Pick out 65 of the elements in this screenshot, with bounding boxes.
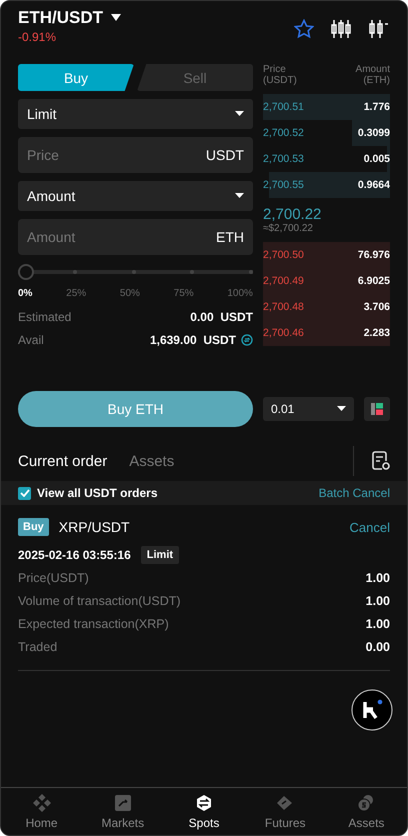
field-label: Volume of transaction(USDT)	[18, 594, 181, 610]
unit-label: USDT	[206, 147, 244, 163]
bid-row[interactable]: 2,700.51 1.776	[263, 94, 390, 120]
unit-label: ETH	[216, 229, 244, 245]
order-time: 2025-02-16 03:55:16	[18, 548, 131, 562]
ask-row[interactable]: 2,700.50 76.976	[263, 242, 390, 268]
field-label: Traded	[18, 640, 58, 656]
chart-icon	[114, 794, 132, 812]
avail-value: 1,639.00 USDT	[150, 333, 236, 347]
bid-row[interactable]: 2,700.55 0.9664	[263, 172, 390, 198]
field-label: Expected transaction(XRP)	[18, 617, 169, 633]
star-icon[interactable]	[294, 19, 314, 39]
nav-tab[interactable]: Spots	[163, 788, 245, 835]
bid-row[interactable]: 2,700.53 0.005	[263, 146, 390, 172]
field-value: 1.00	[366, 571, 390, 587]
order-type-dropdown[interactable]: Limit	[18, 99, 253, 129]
logo-button[interactable]	[351, 689, 393, 731]
field-value: 1.00	[366, 594, 390, 610]
layout-icon	[371, 403, 383, 415]
field-label: Price(USDT)	[18, 571, 89, 587]
caret-icon[interactable]	[111, 14, 121, 22]
price-header: Price (USDT)	[263, 64, 297, 88]
nav-tab[interactable]: Markets	[82, 788, 164, 835]
amount-header: Amount (ETH)	[356, 64, 390, 88]
candlestick-icon[interactable]	[330, 19, 352, 39]
amount-type-dropdown[interactable]: Amount	[18, 181, 253, 211]
nav-tab[interactable]: Assets	[326, 788, 407, 835]
estimated-value: 0.00 USDT	[190, 310, 253, 324]
estimated-label: Estimated	[18, 310, 72, 324]
last-price-usd: ≈$2,700.22	[263, 223, 314, 234]
order-pair: XRP/USDT	[58, 519, 130, 535]
cancel-link[interactable]: Cancel	[350, 520, 390, 534]
coins-icon	[357, 794, 376, 812]
caret-icon	[235, 111, 244, 117]
last-price: 2,700.22	[263, 206, 322, 223]
price-change: -0.91%	[18, 30, 58, 44]
pair-title[interactable]: ETH/USDT	[18, 8, 103, 28]
book-layout-button[interactable]	[364, 397, 390, 421]
transfer-icon[interactable]	[241, 334, 253, 346]
nav-tab[interactable]: Futures	[244, 788, 326, 835]
diamonds-icon	[32, 794, 51, 812]
ask-row[interactable]: 2,700.49 6.9025	[263, 268, 390, 294]
percent-option[interactable]: 0%	[18, 288, 32, 299]
exchange-icon	[195, 794, 213, 812]
bid-row[interactable]: 2,700.52 0.3099	[263, 120, 390, 146]
avail-label: Avail	[18, 333, 44, 347]
checkbox-label[interactable]: View all USDT orders	[37, 486, 158, 500]
order-type-badge: Limit	[140, 546, 180, 564]
nav-tab[interactable]: Home	[1, 788, 82, 835]
tag-icon	[276, 794, 294, 812]
ask-row[interactable]: 2,700.46 2.283	[263, 320, 390, 346]
caret-icon	[235, 193, 244, 199]
order-tab[interactable]: Current order	[18, 452, 108, 470]
order-tab[interactable]: Assets	[129, 452, 174, 470]
order-history-icon[interactable]	[372, 451, 390, 471]
field-value: 0.00	[366, 640, 390, 656]
candlestick-icon[interactable]	[368, 19, 390, 39]
caret-icon	[337, 406, 346, 412]
slider-thumb[interactable]	[18, 264, 34, 280]
ask-row[interactable]: 2,700.48 3.706	[263, 294, 390, 320]
field-value: 1.00	[366, 617, 390, 633]
checkbox[interactable]	[18, 486, 31, 500]
side-badge: Buy	[18, 518, 49, 536]
precision-dropdown[interactable]: 0.01	[263, 397, 354, 421]
batch-cancel-link[interactable]: Batch Cancel	[318, 486, 390, 500]
